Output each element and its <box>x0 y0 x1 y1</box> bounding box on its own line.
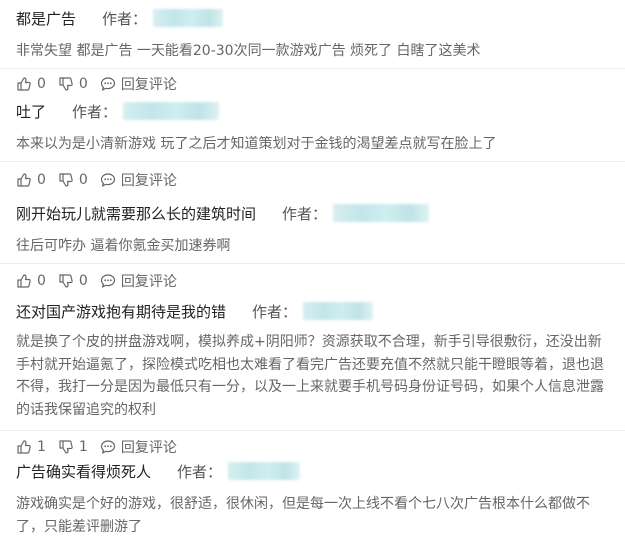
reply-label: 回复评论 <box>120 440 177 456</box>
like-button[interactable]: 1 <box>16 439 46 455</box>
reply-button[interactable]: 回复评论 <box>100 170 177 190</box>
comment-2-actions: 0 0 回复评论 <box>16 170 189 190</box>
comment-1-actions: 0 0 回复评论 <box>16 74 189 94</box>
thumbs-up-icon <box>17 274 31 288</box>
author-name-redacted <box>228 462 301 480</box>
divider <box>0 263 625 264</box>
dislike-count: 1 <box>78 439 88 455</box>
comment-2-header: 吐了 作者： <box>16 100 220 122</box>
reply-label: 回复评论 <box>120 77 177 93</box>
like-count: 0 <box>37 172 46 188</box>
reply-button[interactable]: 回复评论 <box>100 271 177 291</box>
comment-body: 非常失望 都是广告 一天能看20-30次同一款游戏广告 烦死了 白瞎了这美术 <box>16 43 481 59</box>
comment-body: 往后可咋办 逼着你氪金买加速券啊 <box>16 238 231 254</box>
comment-body: 就是换了个皮的拼盘游戏啊，模拟养成+阴阳师？资源获取不合理，新手引导很敷衍，还没… <box>16 334 604 418</box>
thumbs-down-icon <box>59 274 73 288</box>
like-count: 1 <box>37 439 46 455</box>
comment-4-actions: 1 1 回复评论 <box>16 437 189 457</box>
divider <box>0 430 625 431</box>
reply-button[interactable]: 回复评论 <box>100 74 177 94</box>
chat-bubble-icon <box>100 173 115 187</box>
like-button[interactable]: 0 <box>16 76 46 92</box>
author-name-redacted <box>303 302 374 320</box>
author-label: 作者： <box>252 302 298 321</box>
thumbs-down-icon <box>59 77 73 91</box>
comment-4-header: 还对国产游戏抱有期待是我的错 作者： <box>16 300 374 322</box>
chat-bubble-icon <box>100 440 115 454</box>
thumbs-down-icon <box>59 173 73 187</box>
comment-3-header: 刚开始玩儿就需要那么长的建筑时间 作者： <box>16 202 430 224</box>
like-count: 0 <box>37 76 46 92</box>
dislike-count: 0 <box>78 76 88 92</box>
reply-label: 回复评论 <box>120 173 177 189</box>
comment-3-actions: 0 0 回复评论 <box>16 271 189 291</box>
dislike-count: 0 <box>78 273 88 289</box>
comment-title: 还对国产游戏抱有期待是我的错 <box>16 302 227 321</box>
chat-bubble-icon <box>100 77 115 91</box>
comment-title: 广告确实看得烦死人 <box>16 462 152 481</box>
like-button[interactable]: 0 <box>16 273 46 289</box>
dislike-count: 0 <box>78 172 88 188</box>
author-name-redacted <box>153 9 224 27</box>
author-label: 作者： <box>72 102 118 121</box>
author-label: 作者： <box>282 204 328 223</box>
author-label: 作者： <box>102 9 148 28</box>
dislike-button[interactable]: 1 <box>58 439 88 455</box>
thumbs-up-icon <box>17 173 31 187</box>
dislike-button[interactable]: 0 <box>58 273 88 289</box>
author-name-redacted <box>333 204 430 222</box>
dislike-button[interactable]: 0 <box>58 76 88 92</box>
divider <box>0 161 625 162</box>
like-count: 0 <box>37 273 46 289</box>
thumbs-down-icon <box>59 440 73 454</box>
comment-1-header: 都是广告 作者： <box>16 7 224 29</box>
comment-title: 都是广告 <box>16 9 77 28</box>
reply-label: 回复评论 <box>120 274 177 290</box>
dislike-button[interactable]: 0 <box>58 172 88 188</box>
author-label: 作者： <box>177 462 223 481</box>
author-name-redacted <box>123 102 220 120</box>
comment-5-header: 广告确实看得烦死人 作者： <box>16 460 301 482</box>
chat-bubble-icon <box>100 274 115 288</box>
comment-body: 游戏确实是个好的游戏，很舒适，很休闲，但是每一次上线不看个七八次广告根本什么都做… <box>16 496 590 535</box>
comment-title: 刚开始玩儿就需要那么长的建筑时间 <box>16 204 257 223</box>
reply-button[interactable]: 回复评论 <box>100 437 177 457</box>
thumbs-up-icon <box>17 440 31 454</box>
like-button[interactable]: 0 <box>16 172 46 188</box>
comment-title: 吐了 <box>16 102 47 121</box>
thumbs-up-icon <box>17 77 31 91</box>
comment-body: 本来以为是小清新游戏 玩了之后才知道策划对于金钱的渴望差点就写在脸上了 <box>16 136 497 152</box>
divider <box>0 68 625 69</box>
